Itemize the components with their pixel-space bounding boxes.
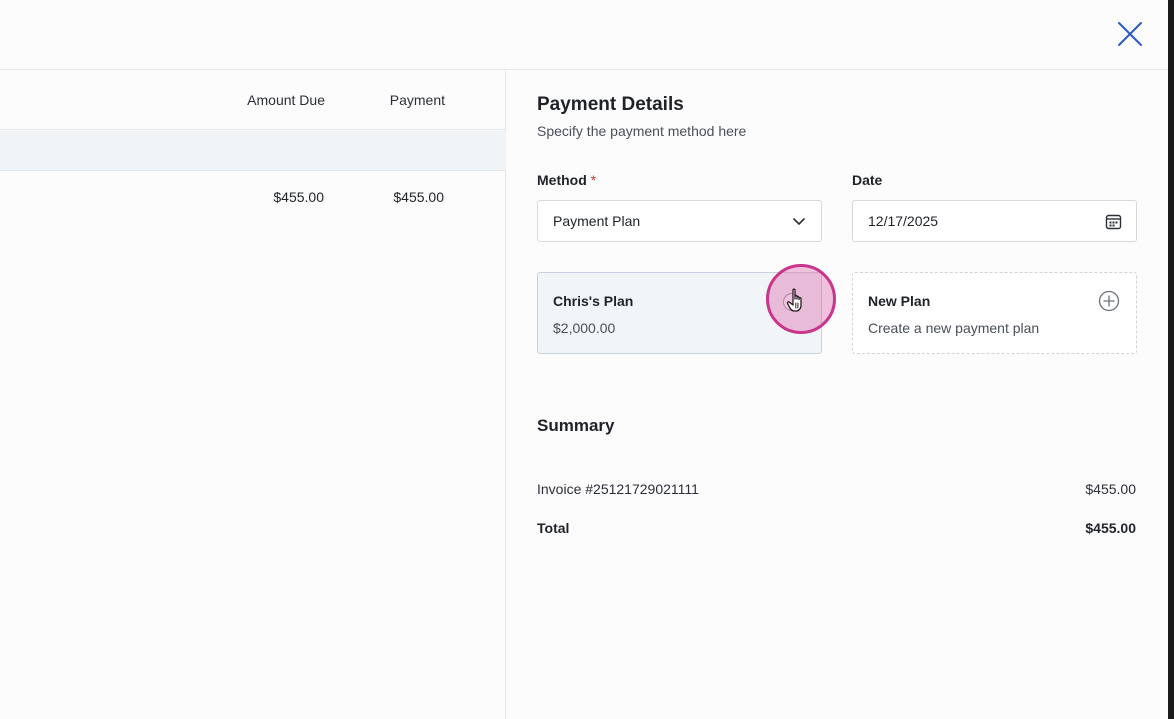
- summary-total-label: Total: [537, 520, 570, 536]
- plan-card-chris[interactable]: Chris's Plan $2,000.00: [537, 272, 822, 354]
- panel-subtitle: Specify the payment method here: [537, 123, 747, 139]
- new-plan-card[interactable]: New Plan Create a new payment plan: [852, 272, 1137, 354]
- window-edge: [1168, 0, 1174, 719]
- close-button[interactable]: [1116, 20, 1144, 48]
- screen: Amount Due Payment $455.00 $455.00 Payme…: [0, 0, 1174, 719]
- required-marker: *: [590, 172, 597, 188]
- summary-title: Summary: [537, 416, 615, 435]
- date-input[interactable]: 12/17/2025: [852, 200, 1137, 242]
- new-plan-subtitle: Create a new payment plan: [868, 320, 1040, 336]
- plus-circle-icon[interactable]: [1098, 290, 1120, 312]
- method-label-text: Method: [537, 172, 587, 188]
- payment-details-panel: Payment Details Specify the payment meth…: [507, 70, 1168, 719]
- calendar-icon[interactable]: [1105, 213, 1122, 230]
- date-input-value: 12/17/2025: [868, 213, 939, 229]
- summary-invoice-label: Invoice #25121729021111: [537, 481, 699, 497]
- plan-radio[interactable]: [783, 293, 801, 311]
- table-header: Amount Due Payment: [0, 70, 506, 130]
- invoice-table: Amount Due Payment $455.00 $455.00: [0, 70, 506, 719]
- summary-invoice-value: $455.00: [1085, 481, 1136, 497]
- plan-card-amount: $2,000.00: [553, 320, 616, 336]
- close-icon: [1118, 22, 1142, 46]
- method-select-value: Payment Plan: [553, 213, 641, 229]
- plan-card-title: Chris's Plan: [553, 293, 634, 309]
- summary-total-value: $455.00: [1085, 520, 1136, 536]
- chevron-down-icon: [793, 218, 805, 225]
- date-label: Date: [852, 172, 883, 188]
- column-header-amount-due: Amount Due: [247, 92, 325, 108]
- table-cell-amount-due: $455.00: [273, 189, 324, 205]
- method-select[interactable]: Payment Plan: [537, 200, 822, 242]
- table-cell-payment: $455.00: [393, 189, 444, 205]
- table-group-row: [0, 131, 506, 171]
- top-bar: [0, 0, 1168, 70]
- panel-title: Payment Details: [537, 94, 684, 115]
- method-label: Method *: [537, 172, 596, 188]
- new-plan-title: New Plan: [868, 293, 931, 309]
- summary-invoice-row: Invoice #25121729021111 $455.00: [537, 481, 1136, 497]
- column-header-payment: Payment: [389, 92, 445, 108]
- summary-total-row: Total $455.00: [537, 520, 1136, 536]
